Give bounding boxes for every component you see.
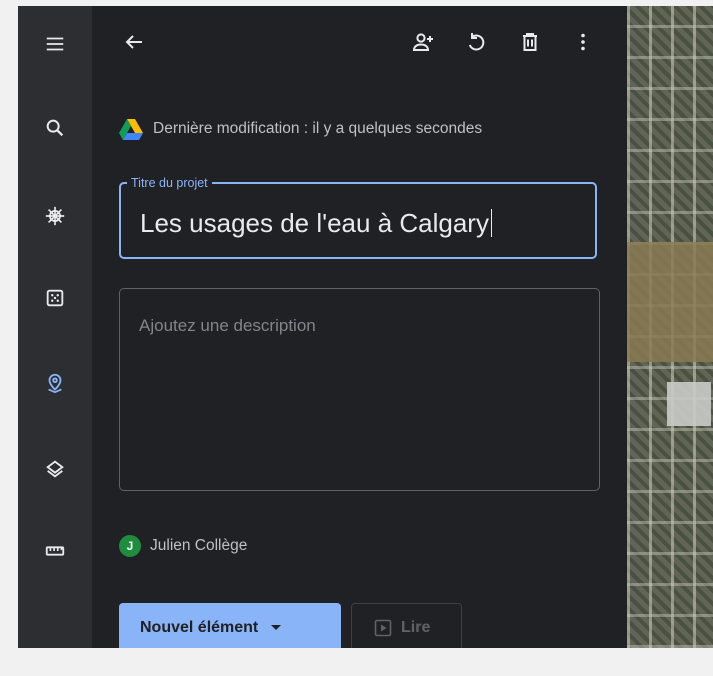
back-button[interactable] [116, 24, 152, 60]
search-icon [46, 119, 64, 137]
owner-name: Julien Collège [150, 537, 248, 554]
menu-button[interactable] [35, 24, 75, 64]
google-drive-icon [119, 119, 143, 140]
menu-icon [46, 37, 64, 51]
ship-wheel-icon [45, 206, 65, 226]
last-modified-line: Dernière modification : il y a quelques … [119, 118, 482, 140]
play-button[interactable]: Lire [351, 603, 462, 648]
last-modified-text: Dernière modification : il y a quelques … [153, 120, 483, 137]
layers-icon [46, 460, 64, 478]
project-description-field[interactable]: Ajoutez une description [119, 288, 600, 491]
project-title-field[interactable]: Titre du projet Les usages de l'eau à Ca… [119, 175, 597, 259]
projects-button[interactable] [35, 363, 75, 403]
new-item-button[interactable]: Nouvel élément [119, 603, 341, 648]
project-panel: Dernière modification : il y a quelques … [92, 6, 627, 648]
add-person-icon [412, 33, 433, 51]
arrow-left-icon [125, 35, 142, 49]
project-title-input[interactable]: Les usages de l'eau à Calgary [140, 208, 492, 239]
voyager-button[interactable] [35, 196, 75, 236]
trash-icon [523, 33, 537, 51]
map-pin-icon [48, 373, 62, 394]
undo-button[interactable] [458, 24, 494, 60]
measure-button[interactable] [35, 531, 75, 571]
caret-down-icon [271, 625, 282, 630]
more-options-button[interactable] [565, 24, 601, 60]
map-park-area [627, 242, 713, 362]
search-button[interactable] [35, 108, 75, 148]
map-style-button[interactable] [35, 449, 75, 489]
ruler-icon [45, 546, 65, 556]
random-button[interactable] [35, 278, 75, 318]
delete-button[interactable] [512, 24, 548, 60]
project-owner: J Julien Collège [119, 535, 247, 557]
undo-icon [468, 33, 485, 51]
project-title-label: Titre du projet [127, 175, 212, 191]
new-item-label: Nouvel élément [140, 618, 259, 636]
map-building [667, 382, 711, 426]
share-button[interactable] [405, 24, 441, 60]
dice-icon [46, 289, 64, 307]
left-rail [18, 6, 92, 648]
description-placeholder: Ajoutez une description [139, 316, 316, 335]
more-vert-icon [581, 33, 585, 51]
avatar: J [119, 535, 141, 557]
play-label: Lire [401, 618, 431, 636]
play-icon [374, 619, 392, 636]
earth-app: Dernière modification : il y a quelques … [18, 6, 713, 648]
satellite-map[interactable] [627, 6, 713, 648]
